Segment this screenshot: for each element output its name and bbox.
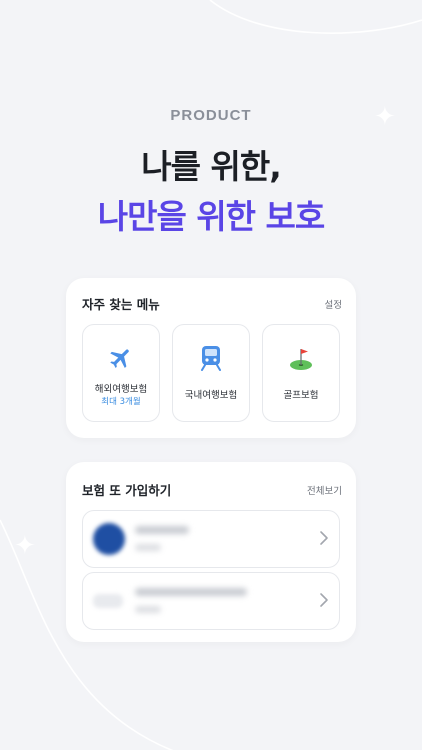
menu-tile-overseas-travel[interactable]: 해외여행보험 최대 3개월 [82, 324, 160, 422]
product-logo [93, 523, 125, 555]
menu-tile-domestic-travel[interactable]: 국내여행보험 [172, 324, 250, 422]
headline-line-1: 나를 위한, [141, 147, 281, 186]
sparkle-icon: ✦ [14, 531, 36, 561]
blurred-product-name [135, 588, 247, 596]
menu-tile-label: 골프보험 [283, 390, 319, 401]
view-all-link[interactable]: 전체보기 [307, 483, 342, 497]
product-logo [93, 594, 123, 608]
airplane-icon [110, 349, 129, 368]
menu-tile-label: 국내여행보험 [184, 390, 238, 401]
menu-tile-sub: 최대 3개월 [101, 397, 141, 407]
reenroll-card: 보험 또 가입하기 전체보기 [66, 462, 356, 642]
reenroll-header: 보험 또 가입하기 전체보기 [82, 480, 342, 499]
chevron-right-icon [320, 531, 328, 545]
menu-tile-label: 해외여행보험 [94, 384, 148, 395]
blurred-product-detail [135, 606, 161, 613]
frequent-menu-card: 자주 찾는 메뉴 설정 해외여행보험 최대 3개월 국내여행보험 골프보험 [66, 278, 356, 438]
section-eyebrow: PRODUCT [170, 107, 252, 124]
reenroll-item[interactable] [82, 510, 340, 568]
settings-link[interactable]: 설정 [325, 297, 342, 311]
reenroll-item[interactable] [82, 572, 340, 630]
train-icon [201, 346, 221, 371]
reenroll-title: 보험 또 가입하기 [82, 483, 172, 498]
menu-tile-golf[interactable]: 골프보험 [262, 324, 340, 422]
blurred-product-name [135, 526, 189, 534]
frequent-menu-header: 자주 찾는 메뉴 설정 [82, 294, 342, 313]
headline-line-2: 나만을 위한 보호 [97, 197, 326, 236]
blurred-product-detail [135, 544, 161, 551]
chevron-right-icon [320, 593, 328, 607]
frequent-menu-title: 자주 찾는 메뉴 [82, 297, 160, 312]
golf-icon [290, 349, 312, 370]
